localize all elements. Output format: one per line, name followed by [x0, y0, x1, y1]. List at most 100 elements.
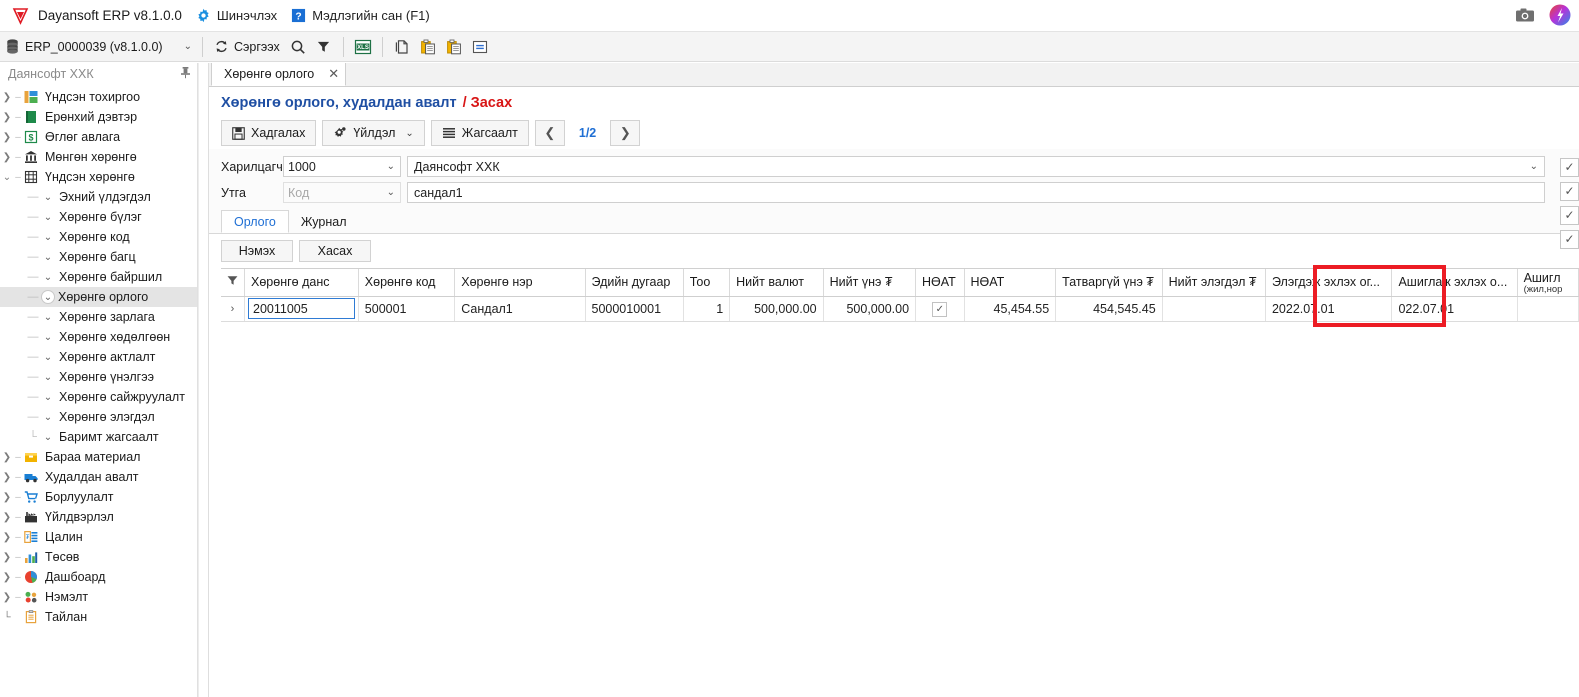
sidebar-item-hurungu-aktlalt[interactable]: — ⌄ Хөрөнгө актлалт: [0, 347, 197, 367]
sidebar-item-erunhii-devter[interactable]: ❯ – Ерөнхий дэвтэр: [0, 107, 197, 127]
sidebar-item-borluulalt[interactable]: ❯ – Борлуулалт: [0, 487, 197, 507]
sidebar-item-baraa-material[interactable]: ❯ – Бараа материал: [0, 447, 197, 467]
chevron-right-icon[interactable]: ❯: [0, 532, 14, 543]
cell-total-currency[interactable]: 500,000.00: [729, 296, 824, 322]
col-header-vat-amount[interactable]: НӨАТ: [964, 269, 1057, 297]
sidebar-item-nemelt[interactable]: ❯ – Нэмэлт: [0, 587, 197, 607]
chevron-right-icon[interactable]: ❯: [0, 492, 14, 503]
col-header-name[interactable]: Хөрөнгө нэр: [454, 269, 586, 297]
chevron-right-icon[interactable]: ❯: [0, 452, 14, 463]
col-header-depreciation-start-date[interactable]: Элэгдэж эхлэх ог...: [1265, 269, 1393, 297]
prev-record-button[interactable]: ❮: [534, 120, 565, 146]
document-tab-hurungu-orlogo[interactable]: Хөрөнгө орлого ✕: [211, 63, 347, 86]
paste-icon[interactable]: [415, 35, 441, 59]
sidebar-item-mungun-hurungu[interactable]: ❯ – Мөнгөн хөрөнгө: [0, 147, 197, 167]
sidebar-item-hurungu-orlogo[interactable]: — ⌄ Хөрөнгө орлого: [0, 287, 197, 307]
sidebar-item-hurungu-bairshil[interactable]: — ⌄ Хөрөнгө байршил: [0, 267, 197, 287]
search-icon[interactable]: [285, 35, 311, 59]
cell-name[interactable]: Сандал1: [454, 296, 586, 322]
paste-special-icon[interactable]: [441, 35, 467, 59]
filter-icon[interactable]: [311, 35, 337, 59]
partner-code-select[interactable]: 1000 ⌄: [283, 156, 401, 177]
cell-use-start-date[interactable]: 022.07.01: [1391, 296, 1518, 322]
description-code-select[interactable]: Код ⌄: [283, 182, 401, 203]
chevron-right-icon[interactable]: ❯: [0, 152, 14, 163]
chevron-right-icon[interactable]: ❯: [0, 472, 14, 483]
chevron-right-icon[interactable]: ❯: [0, 572, 14, 583]
col-header-useful-life[interactable]: Ашигл (жил,нор: [1517, 269, 1579, 297]
copy-icon[interactable]: [389, 35, 415, 59]
col-header-account[interactable]: Хөрөнгө данс: [244, 269, 359, 297]
chevron-down-icon[interactable]: ⌄: [40, 372, 56, 383]
account-edit-box[interactable]: 20011005: [248, 298, 355, 319]
chevron-down-icon[interactable]: ⌄: [40, 312, 56, 323]
row-expander[interactable]: ›: [221, 296, 245, 322]
sidebar-item-undsen-tohirgoo[interactable]: ❯ – Үндсэн тохиргоо: [0, 87, 197, 107]
grid-filter-header[interactable]: [221, 269, 245, 297]
sidebar-splitter[interactable]: [198, 63, 209, 697]
col-header-vat-flag[interactable]: НӨАТ: [915, 269, 965, 297]
form-checkbox-3[interactable]: ✓: [1560, 205, 1579, 225]
vat-checkbox[interactable]: ✓: [932, 301, 948, 317]
cell-total-price[interactable]: 500,000.00: [823, 296, 917, 322]
form-checkbox-4[interactable]: ✓: [1560, 229, 1579, 249]
form-checkbox-2[interactable]: ✓: [1560, 181, 1579, 201]
chevron-down-icon[interactable]: ⌄: [40, 352, 56, 363]
sidebar-item-ehnii-uldegdel[interactable]: — ⌄ Эхний үлдэгдэл: [0, 187, 197, 207]
save-button[interactable]: Хадгалах: [221, 120, 317, 146]
chevron-down-icon[interactable]: ⌄: [40, 392, 56, 403]
form-checkbox-1[interactable]: ✓: [1560, 157, 1579, 177]
sidebar-item-hurungu-elegdel[interactable]: — ⌄ Хөрөнгө элэгдэл: [0, 407, 197, 427]
table-row[interactable]: › 20011005 500001 Сандал1 5000010001 1 5…: [221, 296, 1579, 322]
sidebar-item-hurungu-kod[interactable]: — ⌄ Хөрөнгө код: [0, 227, 197, 247]
sidebar-item-uglug-avlaga[interactable]: ❯ – $ Өглөг авлага: [0, 127, 197, 147]
cell-account[interactable]: 20011005: [244, 296, 359, 322]
col-header-econ[interactable]: Эдийн дугаар: [585, 269, 684, 297]
chevron-right-icon[interactable]: ❯: [0, 592, 14, 603]
chevron-down-icon[interactable]: ⌄: [40, 192, 56, 203]
chevron-right-icon[interactable]: ❯: [0, 512, 14, 523]
operation-button[interactable]: Үйлдэл ⌄: [322, 120, 425, 146]
col-header-qty[interactable]: Тоо: [683, 269, 731, 297]
chevron-down-icon[interactable]: ⌄: [41, 290, 55, 304]
close-icon[interactable]: ✕: [328, 66, 339, 82]
chevron-down-icon[interactable]: ⌄: [40, 432, 56, 443]
chevron-down-icon[interactable]: ⌄: [405, 128, 413, 139]
chevron-down-icon[interactable]: ⌄: [40, 272, 56, 283]
col-header-code[interactable]: Хөрөнгө код: [358, 269, 456, 297]
cell-depreciation-start-date[interactable]: 2022.07.01: [1265, 296, 1393, 322]
database-selector[interactable]: ERP_0000039 (v8.1.0.0) ⌄: [6, 35, 196, 58]
sidebar-item-dashboard[interactable]: ❯ – Дашбоард: [0, 567, 197, 587]
refresh-button[interactable]: Сэргээх: [209, 35, 285, 59]
add-row-button[interactable]: Нэмэх: [221, 240, 293, 262]
sidebar-item-barimt-jagsaalt[interactable]: └ ⌄ Баримт жагсаалт: [0, 427, 197, 447]
sidebar-item-hurungu-hudulguun[interactable]: — ⌄ Хөрөнгө хөдөлгөөн: [0, 327, 197, 347]
chevron-down-icon[interactable]: ⌄: [40, 332, 56, 343]
sidebar-item-hurungu-bagts[interactable]: — ⌄ Хөрөнгө багц: [0, 247, 197, 267]
chevron-right-icon[interactable]: ❯: [0, 132, 14, 143]
cell-useful-life[interactable]: [1517, 296, 1579, 322]
sidebar-item-undsen-hurungu[interactable]: ⌄ – Үндсэн хөрөнгө: [0, 167, 197, 187]
pin-icon[interactable]: [180, 66, 191, 82]
camera-icon[interactable]: [1515, 7, 1535, 26]
menu-item-knowledge-base[interactable]: ? Мэдлэгийн сан (F1): [291, 8, 430, 23]
next-record-button[interactable]: ❯: [610, 120, 641, 146]
tab-jurnal[interactable]: Журнал: [289, 210, 359, 233]
chevron-down-icon[interactable]: ⌄: [0, 172, 14, 183]
properties-icon[interactable]: [467, 35, 493, 59]
col-header-use-start-date[interactable]: Ашиглаж эхлэх о...: [1391, 269, 1518, 297]
filter-icon[interactable]: [227, 275, 238, 289]
sidebar-item-hurungu-saijruulalt[interactable]: — ⌄ Хөрөнгө сайжруулалт: [0, 387, 197, 407]
cell-qty[interactable]: 1: [683, 296, 731, 322]
chevron-right-icon[interactable]: ❯: [0, 552, 14, 563]
cell-total-depreciation[interactable]: [1162, 296, 1266, 322]
profile-icon[interactable]: [1549, 4, 1571, 29]
col-header-total-price[interactable]: Нийт үнэ ₮: [823, 269, 917, 297]
cell-no-tax-price[interactable]: 454,545.45: [1055, 296, 1163, 322]
menu-item-update[interactable]: Шинэчлэх: [196, 8, 277, 23]
chevron-right-icon[interactable]: ❯: [0, 92, 14, 103]
cell-econ[interactable]: 5000010001: [585, 296, 684, 322]
sidebar-item-hurungu-unelgee[interactable]: — ⌄ Хөрөнгө үнэлгээ: [0, 367, 197, 387]
col-header-no-tax-price[interactable]: Татваргүй үнэ ₮: [1055, 269, 1163, 297]
chevron-down-icon[interactable]: ⌄: [40, 232, 56, 243]
